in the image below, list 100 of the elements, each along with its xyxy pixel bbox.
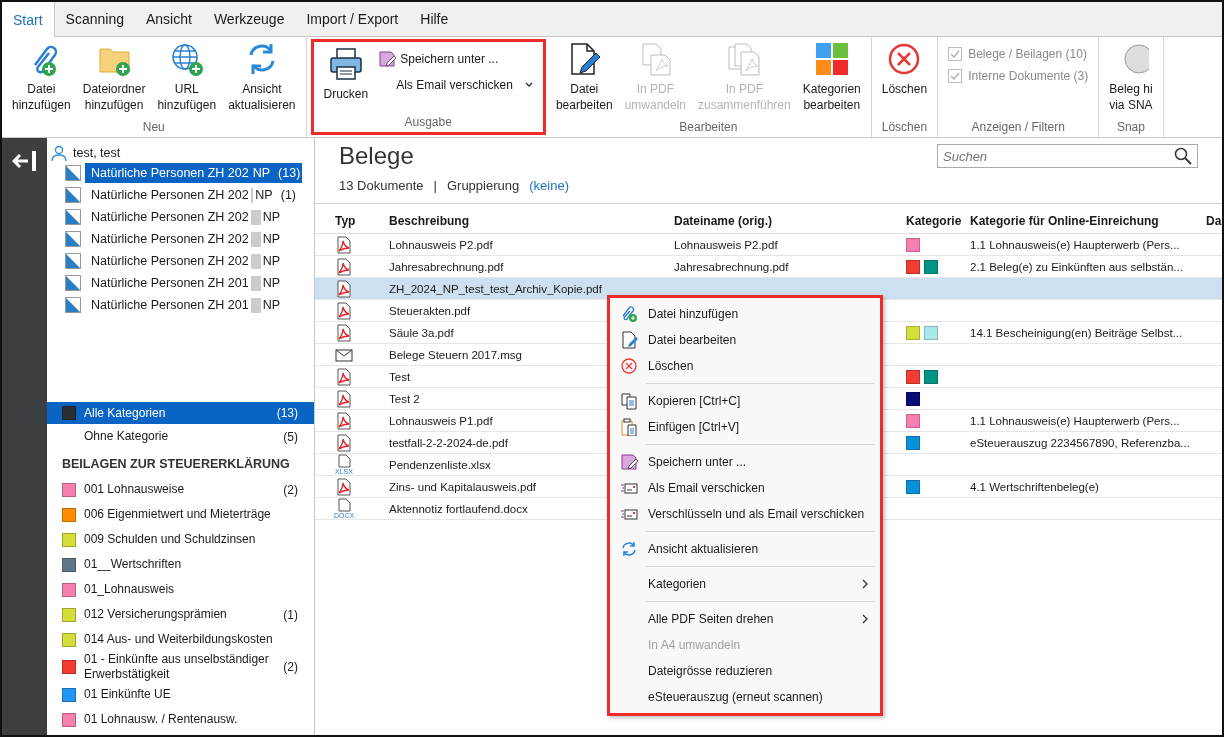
clip-plus-icon xyxy=(620,305,638,323)
table-cell: 4.1 Wertschriftenbeleg(e) xyxy=(970,480,1099,493)
menu-item[interactable]: Datei bearbeiten xyxy=(610,327,880,353)
table-row[interactable]: ZH_2024_NP_test_test_Archiv_Kopie.pdf xyxy=(315,278,1222,300)
chevron-right-icon xyxy=(860,613,870,625)
table-cell: testfall-2-2-2024-de.pdf xyxy=(389,436,508,449)
table-cell: 1.1 Lohnausweis(e) Haupterwerb (Pers... xyxy=(970,238,1180,251)
group-label: Ausgabe xyxy=(403,115,453,131)
ribbon-button[interactable]: Drucken xyxy=(317,46,375,102)
tree-item[interactable]: Natürliche Personen ZH 202 NP (1) xyxy=(85,185,302,205)
menu-item[interactable]: Kategorien xyxy=(610,571,880,597)
checkbox-label: Belege / Beilagen (10) xyxy=(968,47,1087,61)
table-cell: Lohnausweis P2.pdf xyxy=(674,238,778,251)
ribbon-button[interactable]: Löschen xyxy=(875,41,934,97)
pdf-file-icon xyxy=(335,279,353,298)
tree-item[interactable]: Natürliche Personen ZH 201 NP xyxy=(85,273,302,293)
pdf-file-icon xyxy=(335,235,353,254)
group-label: Snap xyxy=(1115,120,1146,136)
category-item[interactable]: 01_Lohnausweis xyxy=(47,577,314,602)
edit-document-icon xyxy=(620,331,638,349)
group-label: Neu xyxy=(141,120,166,136)
menu-item[interactable]: Ansicht aktualisieren xyxy=(610,536,880,562)
column-header[interactable]: Beschreibung xyxy=(385,204,670,234)
menu-tab[interactable]: Ansicht xyxy=(134,2,203,36)
ribbon-button[interactable]: Als Email verschicken xyxy=(374,76,539,94)
pdf-file-icon xyxy=(335,323,353,342)
table-cell: 1.1 Lohnausweis(e) Haupterwerb (Pers... xyxy=(970,414,1180,427)
group-label: Bearbeiten xyxy=(678,120,739,136)
section-title: BEILAGEN ZUR STEUERERKLÄRUNG xyxy=(61,456,291,473)
ribbon-button[interactable]: Kategorien bearbeiten xyxy=(796,41,867,113)
category-item[interactable]: 01 Lohnausw. / Rentenausw. xyxy=(47,707,314,732)
pdf-file-icon xyxy=(335,389,353,408)
pdf-file-icon xyxy=(335,477,353,496)
user-icon xyxy=(51,145,67,161)
column-header[interactable]: Da xyxy=(1205,204,1222,234)
table-cell: Test 2 xyxy=(389,392,420,405)
category-item[interactable]: 001 Lohnausweise (2) xyxy=(47,477,314,502)
divider-text: | xyxy=(433,178,437,193)
tax-file-icon xyxy=(65,187,81,203)
table-cell: Jahresabrechnung.pdf xyxy=(674,260,789,273)
tree-item[interactable]: Natürliche Personen ZH 202 NP xyxy=(85,251,302,271)
tax-file-icon xyxy=(65,231,81,247)
column-header[interactable]: Dateiname (orig.) xyxy=(670,204,902,234)
category-item[interactable]: 012 Versicherungsprämien (1) xyxy=(47,602,314,627)
checkbox-label: Interne Dokumente (3) xyxy=(968,69,1089,83)
table-cell: Aktennotiz fortlaufend.docx xyxy=(389,502,528,515)
menu-tab[interactable]: Werkzeuge xyxy=(202,2,296,36)
ribbon-button[interactable]: Datei hinzufügen xyxy=(6,41,77,113)
category-item[interactable]: Ohne Kategorie (5) xyxy=(47,424,314,449)
menu-item[interactable]: Dateigrösse reduzieren xyxy=(610,658,880,684)
tax-file-icon xyxy=(65,209,81,225)
table-cell: Säule 3a.pdf xyxy=(389,326,454,339)
pdf-file-icon xyxy=(335,257,353,276)
page-title: Belege xyxy=(339,142,415,170)
grouping-link[interactable]: (keine) xyxy=(529,178,569,193)
tax-file-icon xyxy=(65,297,81,313)
table-cell: Lohnausweis P1.pdf xyxy=(389,414,493,427)
category-item[interactable]: 01 Einkünfte UE xyxy=(47,682,314,707)
column-header[interactable]: Kategorie xyxy=(902,204,966,234)
ribbon-button[interactable]: Beleg hi via SNA xyxy=(1103,41,1159,113)
category-item[interactable]: Alle Kategorien (13) xyxy=(47,402,314,424)
category-item[interactable]: 014 Aus- und Weiterbildungskosten xyxy=(47,627,314,652)
table-cell: ZH_2024_NP_test_test_Archiv_Kopie.pdf xyxy=(389,282,602,295)
search-field[interactable]: Suchen xyxy=(937,144,1198,168)
printer-icon xyxy=(327,46,364,82)
tax-file-icon xyxy=(65,253,81,269)
ribbon-button[interactable]: Dateiordner hinzufügen xyxy=(76,41,152,113)
category-item[interactable]: 01 - Einkünfte aus unselbständiger Erwerbstätigkeit (2) xyxy=(47,652,314,682)
menu-tab[interactable]: Import / Export xyxy=(295,2,410,36)
ribbon-button[interactable]: Speichern unter ... xyxy=(374,48,539,70)
ribbon-button[interactable]: URL hinzufügen xyxy=(151,41,223,113)
menu-tab[interactable]: Start xyxy=(2,2,55,37)
category-item[interactable]: 009 Schulden und Schuldzinsen xyxy=(47,527,314,552)
table-row[interactable]: Lohnausweis P2.pdf Lohnausweis P2.pdf 1.1 Lohnausweis(e) Haupterwerb (Pers... xyxy=(315,234,1222,256)
tree-item[interactable]: Natürliche Personen ZH 202 NP xyxy=(85,229,302,249)
menu-item[interactable]: Als Email verschicken xyxy=(610,475,880,501)
pdf-file-icon xyxy=(335,301,353,320)
menu-item[interactable]: Alle PDF Seiten drehen xyxy=(610,606,880,632)
tree-item[interactable]: Natürliche Personen ZH 202 NP (13) xyxy=(85,163,302,183)
ribbon-button[interactable]: Datei bearbeiten xyxy=(549,41,619,113)
table-cell: 2.1 Beleg(e) zu Einkünften aus selbstän... xyxy=(970,260,1183,273)
account-name: test, test xyxy=(73,146,121,160)
table-cell: Test xyxy=(389,370,411,383)
column-header[interactable]: Typ xyxy=(315,204,385,234)
table-cell: Steuerakten.pdf xyxy=(389,304,471,317)
table-cell: Belege Steuern 2017.msg xyxy=(389,348,522,361)
tree-item[interactable]: Natürliche Personen ZH 201 NP xyxy=(85,295,302,315)
delete-icon xyxy=(620,357,638,375)
menu-tab[interactable]: Scanning xyxy=(54,2,135,36)
menu-tab[interactable]: Hilfe xyxy=(409,2,460,36)
category-item[interactable]: 01__Wertschriften xyxy=(47,552,314,577)
tree-item[interactable]: Natürliche Personen ZH 202 NP xyxy=(85,207,302,227)
ribbon-button[interactable]: Ansicht aktualisieren xyxy=(222,41,302,113)
pdf-merge-icon xyxy=(726,41,763,77)
menu-item[interactable]: Kopieren [Ctrl+C] xyxy=(610,388,880,414)
menu-item[interactable]: eSteuerauszug (erneut scannen) xyxy=(610,684,880,710)
category-item[interactable]: 006 Eigenmietwert und Mieterträge xyxy=(47,502,314,527)
menu-item[interactable]: Datei hinzufügen xyxy=(610,301,880,327)
tax-file-icon xyxy=(65,165,81,181)
column-header[interactable]: Kategorie für Online-Einreichung xyxy=(966,204,1205,234)
